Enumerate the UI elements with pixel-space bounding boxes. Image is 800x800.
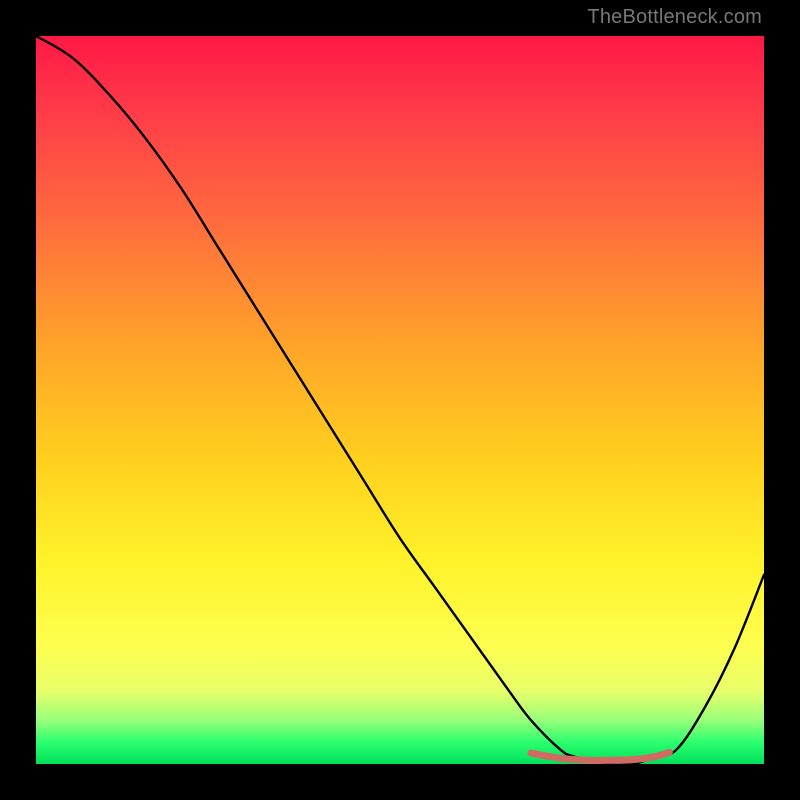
chart-frame: TheBottleneck.com bbox=[0, 0, 800, 800]
plot-area bbox=[36, 36, 764, 764]
chart-svg bbox=[36, 36, 764, 764]
bottleneck-curve bbox=[36, 36, 764, 764]
attribution-label: TheBottleneck.com bbox=[587, 6, 762, 29]
optimal-zone-marker bbox=[531, 752, 669, 760]
